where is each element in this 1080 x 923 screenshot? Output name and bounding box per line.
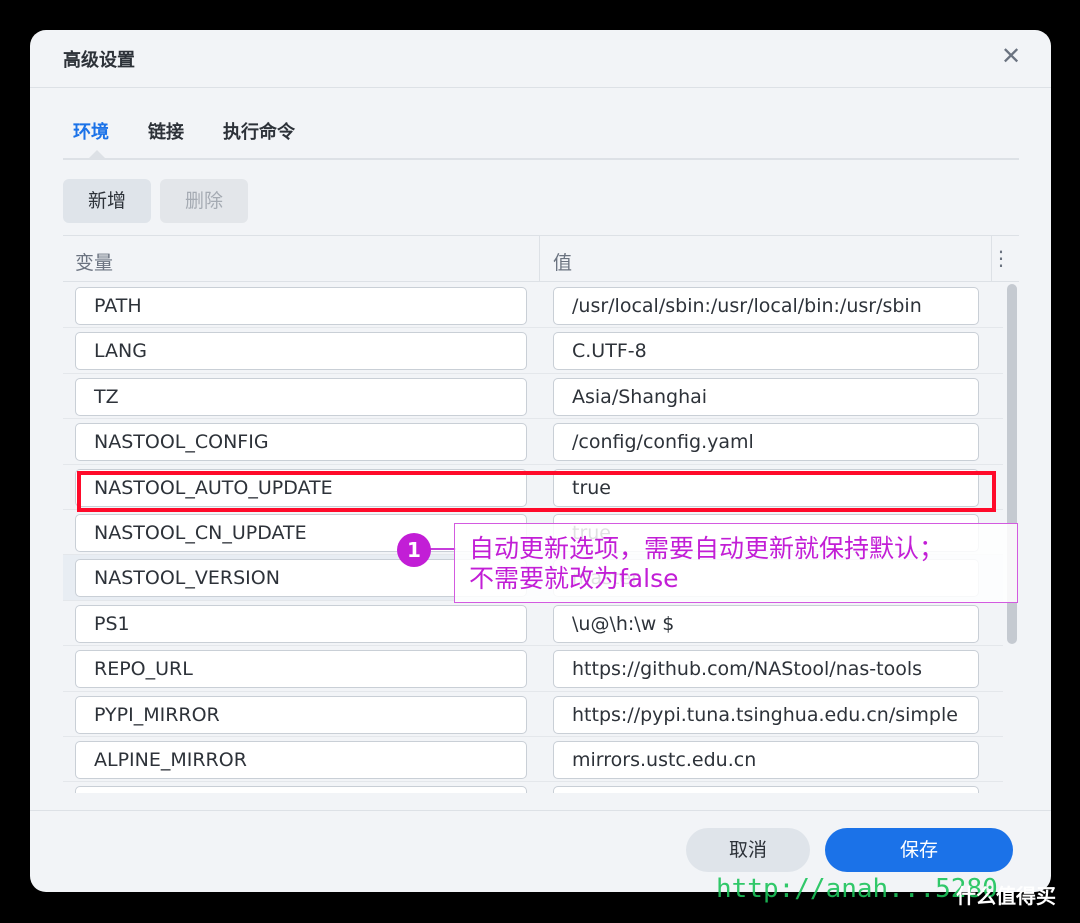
save-button[interactable]: 保存 — [825, 828, 1013, 872]
variable-input[interactable]: PYPI_MIRROR — [75, 695, 527, 734]
variable-input[interactable]: NASTOOL_AUTO_UPDATE — [75, 468, 527, 507]
table-row: NASTOOL_CONFIG /config/config.yaml — [63, 419, 1003, 465]
value-input[interactable]: /usr/local/sbin:/usr/local/bin:/usr/sbin — [553, 287, 979, 325]
variable-input[interactable]: TZ — [75, 377, 527, 416]
annotation-note: 自动更新选项，需要自动更新就保持默认； 不需要就改为false — [454, 523, 1018, 603]
value-input[interactable]: \u@\h:\w $ — [553, 604, 979, 643]
value-input[interactable]: true — [553, 468, 979, 507]
table-row: PS1 \u@\h:\w $ — [63, 601, 1003, 647]
variable-input[interactable]: NASTOOL_CONFIG — [75, 423, 527, 462]
table-row: PYPI_MIRROR https://pypi.tuna.tsinghua.e… — [63, 692, 1003, 737]
table-row — [63, 782, 1003, 793]
more-options-icon[interactable]: ⋮ — [991, 246, 1011, 270]
variable-input[interactable]: ALPINE_MIRROR — [75, 740, 527, 779]
annotation-line-1: 自动更新选项，需要自动更新就保持默认； — [469, 534, 945, 563]
column-header-variable: 变量 — [75, 252, 114, 274]
table-row: LANG C.UTF-8 — [63, 328, 1003, 374]
tab-exec-command[interactable]: 执行命令 — [223, 118, 295, 144]
variable-input[interactable]: REPO_URL — [75, 650, 527, 689]
advanced-settings-dialog: 高级设置 ✕ 环境 链接 执行命令 新增 删除 变量 值 ⋮ PATH /usr… — [30, 30, 1051, 892]
add-button[interactable]: 新增 — [63, 179, 151, 223]
annotation-connector — [430, 548, 456, 550]
value-input[interactable] — [553, 786, 979, 793]
column-header-value: 值 — [553, 252, 573, 274]
table-row: REPO_URL https://github.com/NAStool/nas-… — [63, 646, 1003, 692]
table-row: ALPINE_MIRROR mirrors.ustc.edu.cn — [63, 737, 1003, 783]
value-input[interactable]: mirrors.ustc.edu.cn — [553, 740, 979, 779]
variable-input[interactable]: PS1 — [75, 604, 527, 643]
table-row: PATH /usr/local/sbin:/usr/local/bin:/usr… — [63, 283, 1003, 329]
close-icon[interactable]: ✕ — [999, 44, 1023, 68]
value-input[interactable]: https://pypi.tuna.tsinghua.edu.cn/simple — [553, 695, 979, 734]
annotation-number-badge: 1 — [397, 533, 431, 567]
active-tab-indicator — [87, 150, 107, 160]
value-input[interactable]: C.UTF-8 — [553, 332, 979, 371]
variable-input[interactable] — [75, 786, 527, 793]
value-input[interactable]: Asia/Shanghai — [553, 377, 979, 416]
dialog-title: 高级设置 — [63, 50, 135, 71]
delete-button[interactable]: 删除 — [160, 179, 248, 223]
tab-environment[interactable]: 环境 — [73, 118, 109, 144]
variable-input[interactable]: PATH — [75, 287, 527, 325]
variable-input[interactable]: LANG — [75, 332, 527, 371]
table-header: 变量 值 ⋮ — [63, 236, 1019, 282]
value-input[interactable]: /config/config.yaml — [553, 423, 979, 462]
env-table: 变量 值 ⋮ PATH /usr/local/sbin:/usr/local/b… — [63, 235, 1019, 795]
tab-bar: 环境 链接 执行命令 — [63, 88, 1019, 160]
value-input[interactable]: https://github.com/NAStool/nas-tools — [553, 650, 979, 689]
cancel-button[interactable]: 取消 — [686, 828, 810, 872]
tab-links[interactable]: 链接 — [148, 118, 184, 144]
annotation-line-2: 不需要就改为false — [469, 564, 679, 593]
watermark-site-logo: 什么值得买 — [956, 884, 1056, 908]
column-separator — [539, 236, 540, 282]
table-row: TZ Asia/Shanghai — [63, 374, 1003, 420]
table-row: NASTOOL_AUTO_UPDATE true — [63, 465, 1003, 510]
dialog-header: 高级设置 ✕ — [30, 30, 1051, 88]
